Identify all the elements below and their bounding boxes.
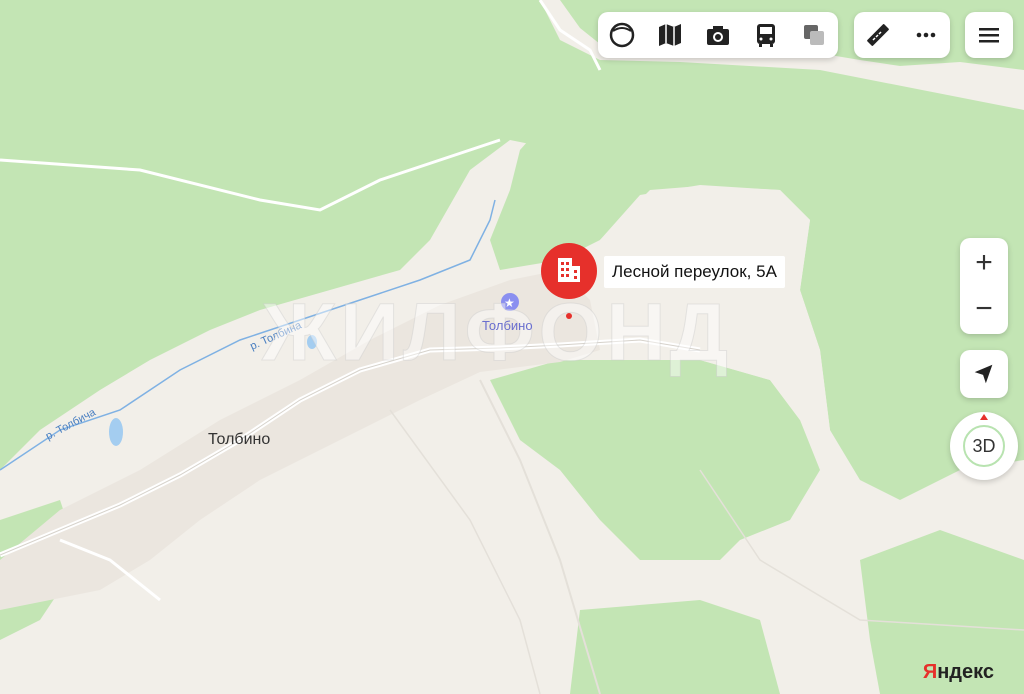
town-label: Толбино xyxy=(208,431,271,448)
zoom-control: + − xyxy=(960,238,1008,334)
tools-toolbar xyxy=(854,12,950,58)
watermark: ЖИЛФОНД xyxy=(262,287,732,379)
geolocation-button[interactable] xyxy=(960,350,1008,398)
panorama-icon[interactable] xyxy=(598,12,646,58)
pond xyxy=(109,418,123,446)
marker-address-label[interactable]: Лесной переулок, 5А xyxy=(604,256,785,288)
compass-north-icon xyxy=(980,414,988,420)
location-arrow-icon xyxy=(974,364,993,384)
menu-button[interactable] xyxy=(965,12,1013,58)
zoom-out-button[interactable]: − xyxy=(960,286,1008,332)
bus-icon[interactable] xyxy=(742,12,790,58)
yandex-logo[interactable]: Яндекс xyxy=(923,661,994,684)
layers-icon[interactable] xyxy=(790,12,838,58)
3d-button[interactable]: 3D xyxy=(950,412,1018,480)
3d-label: 3D xyxy=(963,425,1005,467)
poi-label[interactable]: Толбино xyxy=(482,318,533,333)
layers-toolbar xyxy=(598,12,838,58)
ruler-icon[interactable] xyxy=(854,12,902,58)
camera-icon[interactable] xyxy=(694,12,742,58)
zoom-in-button[interactable]: + xyxy=(960,240,1008,286)
map-split-icon[interactable] xyxy=(646,12,694,58)
more-icon[interactable] xyxy=(902,12,950,58)
menu-icon[interactable] xyxy=(965,12,1013,58)
